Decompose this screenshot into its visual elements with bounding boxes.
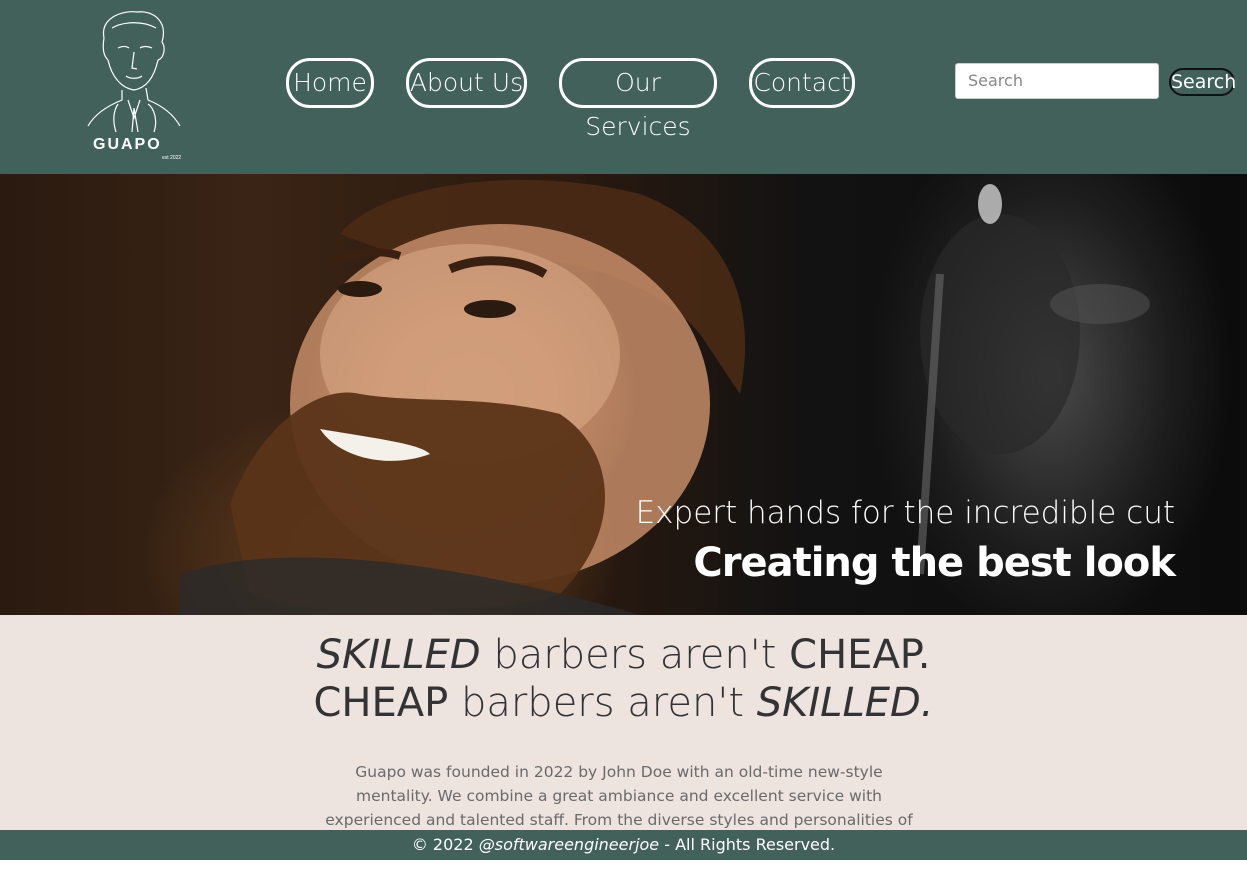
- footer-copyright: © 2022: [411, 835, 479, 854]
- nav-about-button[interactable]: About Us: [406, 58, 527, 108]
- footer-handle-link[interactable]: @softwareengineerjoe: [479, 835, 659, 854]
- site-footer: © 2022 @softwareengineerjoe - All Rights…: [0, 830, 1247, 860]
- tagline: SKILLED barbers aren't CHEAP. CHEAP barb…: [0, 631, 1247, 727]
- nav-services-button[interactable]: Our Services: [559, 58, 717, 141]
- tagline-line-2: CHEAP barbers aren't SKILLED.: [0, 679, 1247, 727]
- brand-est: est 2022: [162, 155, 182, 161]
- brand-name: GUAPO: [93, 136, 162, 153]
- search-button[interactable]: Search: [1169, 68, 1236, 96]
- barber-portrait-icon: [87, 11, 181, 133]
- hero-subtitle: Expert hands for the incredible cut: [635, 495, 1175, 531]
- tagline-line-1: SKILLED barbers aren't CHEAP.: [0, 631, 1247, 679]
- nav-contact-button[interactable]: Contact: [749, 58, 855, 108]
- tagline-middle: barbers aren't: [480, 632, 790, 678]
- footer-rights: - All Rights Reserved.: [659, 835, 836, 854]
- site-header: GUAPO est 2022 Home About Us Our Service…: [0, 0, 1247, 174]
- tagline-cheap: CHEAP.: [789, 632, 931, 678]
- nav-home-button[interactable]: Home: [286, 58, 374, 108]
- tagline-skilled: SKILLED.: [756, 680, 934, 726]
- about-paragraph: Guapo was founded in 2022 by John Doe wi…: [325, 763, 913, 829]
- about-section: SKILLED barbers aren't CHEAP. CHEAP barb…: [0, 615, 1247, 830]
- hero-title: Creating the best look: [693, 540, 1176, 586]
- tagline-middle: barbers aren't: [448, 680, 757, 726]
- tagline-cheap: CHEAP: [313, 680, 449, 726]
- hero-banner: Expert hands for the incredible cut Crea…: [0, 174, 1247, 615]
- tagline-skilled: SKILLED: [316, 632, 481, 678]
- search-input[interactable]: Search: [955, 63, 1159, 99]
